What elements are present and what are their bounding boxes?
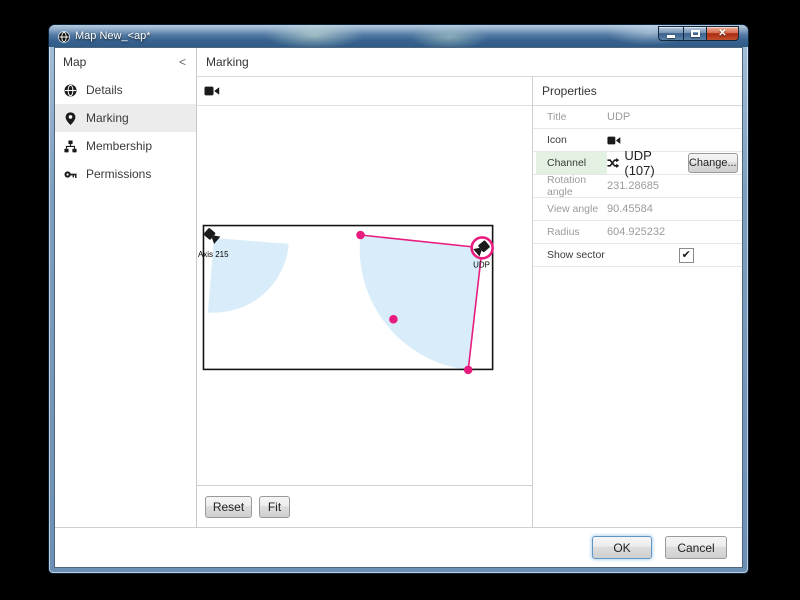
sidebar-item-membership[interactable]: Membership (55, 132, 196, 160)
property-value: 231.28685 (607, 175, 742, 197)
property-row-channel: Channel UDP (107) Change... (533, 152, 742, 175)
sidebar-item-label: Membership (86, 139, 152, 153)
properties-header: Properties (533, 77, 742, 106)
close-icon: ✕ (718, 29, 726, 39)
property-row-radius: Radius 604.925232 (533, 221, 742, 244)
sidebar-item-marking[interactable]: Marking (55, 104, 196, 132)
add-camera-tool-button[interactable] (204, 85, 220, 97)
property-value: 604.925232 (607, 221, 742, 243)
property-label: Rotation angle (536, 175, 607, 197)
property-label: Icon (536, 129, 607, 151)
sector-radius-handle[interactable] (389, 315, 398, 324)
maximize-button[interactable] (683, 26, 707, 41)
property-value: UDP (607, 106, 742, 128)
property-row-show-sector: Show sector ✔ (533, 244, 742, 267)
sidebar-item-permissions[interactable]: Permissions (55, 160, 196, 188)
property-value: UDP (107) Change... (607, 152, 742, 174)
camera-label: Axis 215 (198, 250, 229, 259)
show-sector-checkbox[interactable]: ✔ (679, 248, 694, 263)
property-label: Title (536, 106, 607, 128)
minimize-button[interactable] (658, 26, 683, 41)
cancel-button[interactable]: Cancel (665, 536, 727, 559)
window-controls: ✕ (658, 26, 739, 41)
property-row-view-angle: View angle 90.45584 (533, 198, 742, 221)
key-icon (64, 168, 77, 181)
marking-toolbar (197, 77, 532, 106)
map-canvas[interactable]: Axis 215 UDP (197, 106, 532, 485)
sidebar-item-details[interactable]: Details (55, 76, 196, 104)
property-row-rotation-angle: Rotation angle 231.28685 (533, 175, 742, 198)
property-row-title: Title UDP (533, 106, 742, 129)
fit-button[interactable]: Fit (259, 496, 290, 518)
globe-icon (64, 84, 77, 97)
property-value: 90.45584 (607, 198, 742, 220)
sidebar-header: Map < (55, 48, 196, 76)
video-camera-icon (607, 135, 621, 146)
properties-panel: Properties Title UDP Icon (533, 77, 742, 527)
map-pin-icon (64, 112, 77, 125)
minimize-icon (667, 35, 675, 38)
marking-area: Axis 215 UDP Reset Fit (197, 77, 533, 527)
shuffle-icon (607, 157, 619, 169)
properties-header-label: Properties (542, 84, 597, 98)
property-label: Channel (536, 152, 607, 174)
window-title: Map New_<ap* (75, 30, 151, 42)
change-channel-button[interactable]: Change... (688, 153, 738, 173)
map-zoom-bar: Reset Fit (197, 485, 532, 527)
camera-label: UDP (473, 261, 490, 270)
sidebar-item-label: Permissions (86, 167, 151, 181)
map-app-icon (58, 30, 70, 42)
dialog-footer: OK Cancel (55, 527, 742, 567)
title-bar[interactable]: Map New_<ap* ✕ (49, 25, 748, 47)
maximize-icon (691, 30, 700, 37)
property-label: Radius (536, 221, 607, 243)
sector-angle-handle[interactable] (356, 231, 365, 240)
sector-angle-handle[interactable] (464, 366, 473, 375)
hierarchy-icon (64, 140, 77, 153)
page-title: Marking (197, 48, 742, 77)
sidebar-item-label: Marking (86, 111, 129, 125)
sidebar-title: Map (63, 55, 86, 69)
close-button[interactable]: ✕ (707, 26, 739, 41)
property-label: View angle (536, 198, 607, 220)
property-label: Show sector (536, 244, 611, 266)
collapse-sidebar-button[interactable]: < (179, 55, 186, 69)
video-camera-icon (204, 85, 220, 97)
ok-button[interactable]: OK (592, 536, 652, 559)
reset-button[interactable]: Reset (205, 496, 252, 518)
marking-header-label: Marking (206, 55, 249, 69)
channel-value: UDP (107) (624, 148, 682, 178)
dialog-content: Map < Details (54, 47, 743, 568)
dialog-window: Map New_<ap* ✕ Map < (49, 25, 748, 573)
property-value: ✔ (611, 244, 742, 266)
sidebar-item-label: Details (86, 83, 123, 97)
sidebar: Map < Details (55, 48, 197, 527)
right-pane: Marking (197, 48, 742, 527)
